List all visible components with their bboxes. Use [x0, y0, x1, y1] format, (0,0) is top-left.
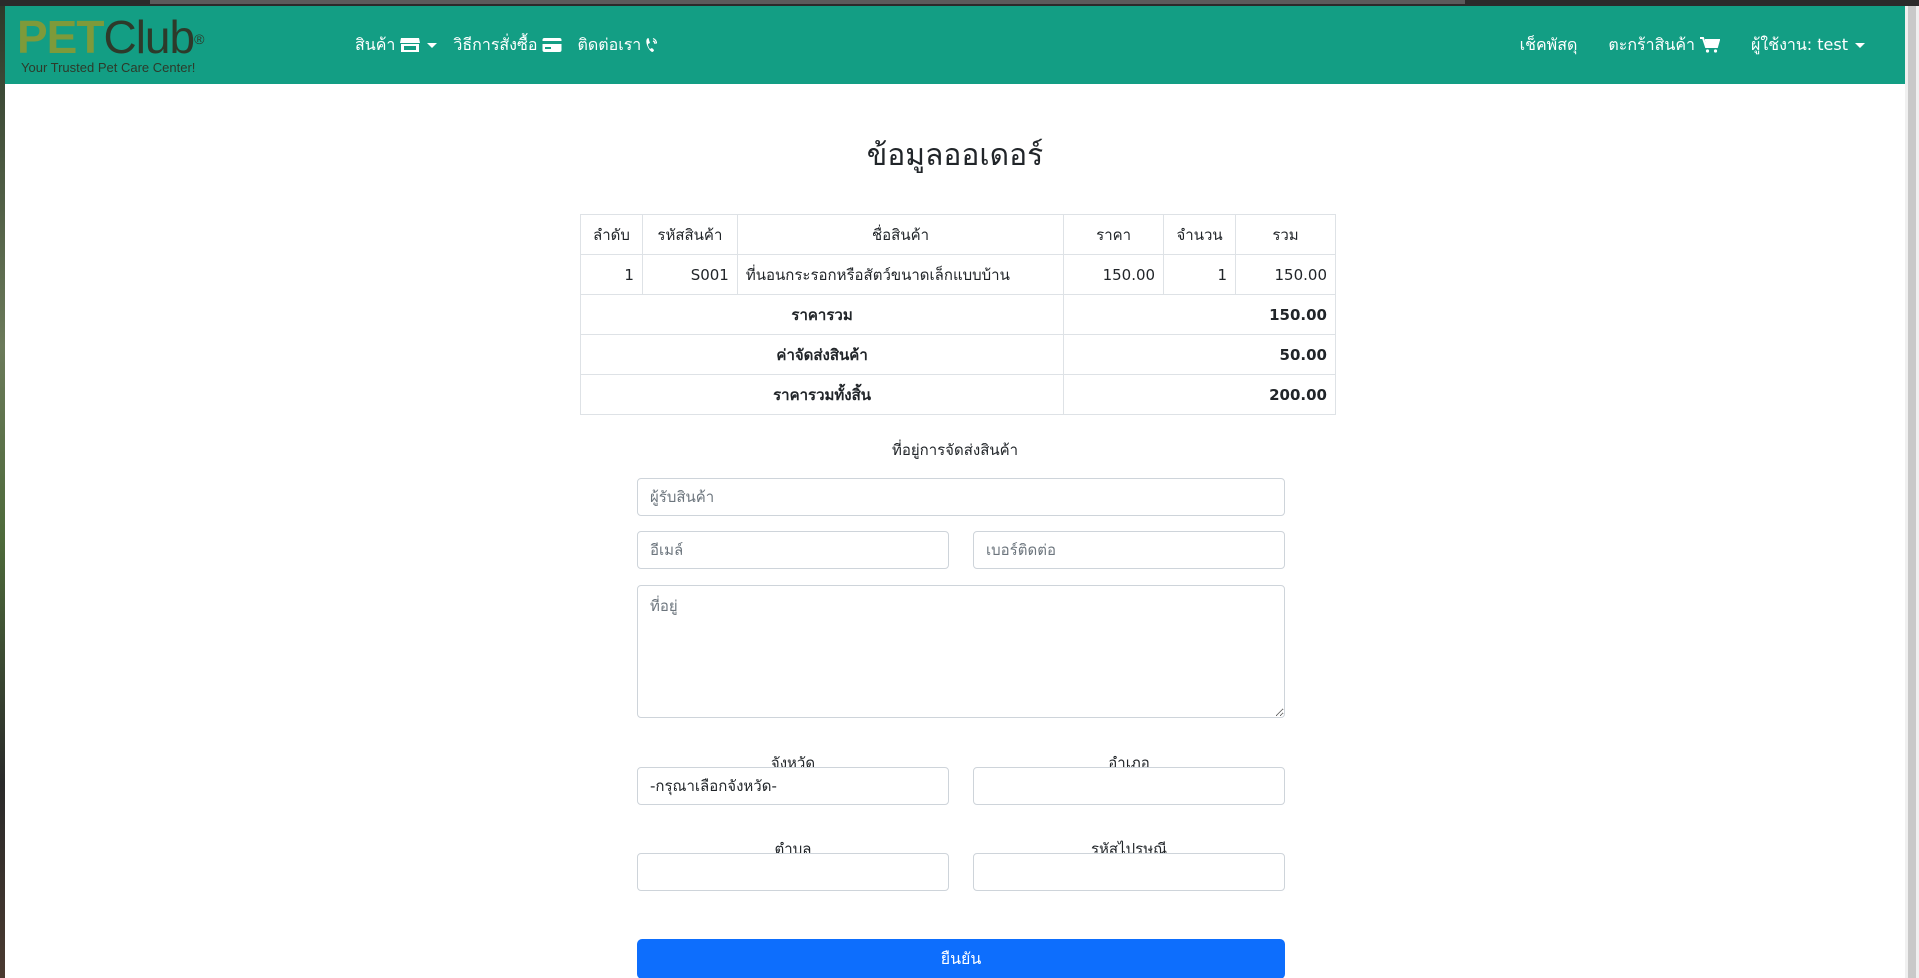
nav-how-to-order-label: วิธีการสั่งซื้อ [453, 34, 538, 54]
logo-wordmark: PETClub® [17, 11, 204, 63]
cell-code: S001 [641, 254, 738, 295]
cell-name: ที่นอนกระรอกหรือสัตว์ขนาดเล็กแบบบ้าน [736, 254, 1065, 295]
scrollbar-thumb[interactable] [1908, 6, 1916, 978]
nav-products-label: สินค้า [355, 34, 396, 54]
page: PETClub® Your Trusted Pet Care Center! ส… [5, 6, 1905, 978]
header-total: รวม [1235, 214, 1336, 255]
summary-row-subtotal: ราคารวม 150.00 [579, 294, 1336, 335]
nav-contact-label: ติดต่อเรา [577, 34, 642, 54]
summary-value: 150.00 [1063, 294, 1336, 335]
nav-products-dropdown[interactable]: สินค้า [355, 33, 438, 58]
store-icon [400, 37, 421, 53]
nav-cart[interactable]: ตะกร้าสินค้า [1608, 33, 1721, 58]
phone-input[interactable] [973, 531, 1285, 569]
header-code: รหัสสินค้า [641, 214, 738, 255]
summary-label: ราคารวม [579, 294, 1065, 335]
confirm-button[interactable]: ยืนยัน [637, 939, 1285, 978]
nav-how-to-order[interactable]: วิธีการสั่งซื้อ [453, 33, 562, 58]
confirm-button-label: ยืนยัน [940, 948, 982, 968]
order-table: ลำดับ รหัสสินค้า ชื่อสินค้า ราคา จำนวน ร… [579, 214, 1336, 415]
subdistrict-select[interactable] [637, 853, 949, 891]
cell-total: 150.00 [1235, 254, 1336, 295]
district-select[interactable] [973, 767, 1285, 805]
header-qty: จำนวน [1163, 214, 1237, 255]
header-price: ราคา [1063, 214, 1165, 255]
window-tab-strip [150, 0, 1465, 4]
nav-left: สินค้า วิธีการสั่งซื้อ ติดต่อเรา [355, 32, 658, 58]
summary-row-grand-total: ราคารวมทั้งสิ้น 200.00 [579, 374, 1336, 415]
postcode-input[interactable] [973, 853, 1285, 891]
nav-track-parcel[interactable]: เช็คพัสดุ [1520, 33, 1578, 58]
nav-user-label: ผู้ใช้งาน: test [1751, 34, 1848, 54]
chevron-down-icon [427, 42, 438, 48]
email-input[interactable] [637, 531, 949, 569]
province-select[interactable]: -กรุณาเลือกจังหวัด- [637, 767, 949, 805]
summary-label: ราคารวมทั้งสิ้น [579, 374, 1065, 415]
navbar: PETClub® Your Trusted Pet Care Center! ส… [5, 6, 1905, 84]
summary-value: 50.00 [1063, 334, 1336, 375]
summary-row-shipping: ค่าจัดส่งสินค้า 50.00 [579, 334, 1336, 375]
summary-label: ค่าจัดส่งสินค้า [579, 334, 1065, 375]
table-row: 1 S001 ที่นอนกระรอกหรือสัตว์ขนาดเล็กแบบบ… [580, 254, 1336, 295]
cell-no: 1 [580, 254, 643, 295]
nav-user-dropdown[interactable]: ผู้ใช้งาน: test [1751, 33, 1865, 58]
summary-value: 200.00 [1063, 374, 1336, 415]
phone-icon [645, 37, 658, 53]
nav-right: เช็คพัสดุ ตะกร้าสินค้า ผู้ใช้งาน: test [1520, 32, 1905, 58]
page-title: ข้อมูลออเดอร์ [866, 138, 1044, 173]
cell-price: 150.00 [1063, 254, 1165, 295]
address-heading: ที่อยู่การจัดส่งสินค้า [891, 441, 1019, 459]
nav-cart-label: ตะกร้าสินค้า [1608, 34, 1696, 54]
logo-tagline: Your Trusted Pet Care Center! [21, 60, 196, 75]
nav-contact[interactable]: ติดต่อเรา [577, 33, 658, 58]
address-textarea[interactable] [637, 585, 1285, 718]
receiver-input[interactable] [637, 478, 1285, 516]
chevron-down-icon [1855, 42, 1865, 48]
credit-card-icon [542, 37, 562, 53]
header-no: ลำดับ [580, 214, 643, 255]
cell-qty: 1 [1163, 254, 1237, 295]
brand-logo[interactable]: PETClub® Your Trusted Pet Care Center! [17, 12, 237, 78]
table-header-row: ลำดับ รหัสสินค้า ชื่อสินค้า ราคา จำนวน ร… [580, 214, 1336, 255]
header-name: ชื่อสินค้า [736, 214, 1065, 255]
nav-track-label: เช็คพัสดุ [1519, 34, 1578, 54]
cart-icon [1700, 37, 1721, 53]
province-select-value: -กรุณาเลือกจังหวัด- [650, 777, 777, 795]
vertical-scrollbar[interactable] [1905, 6, 1919, 978]
